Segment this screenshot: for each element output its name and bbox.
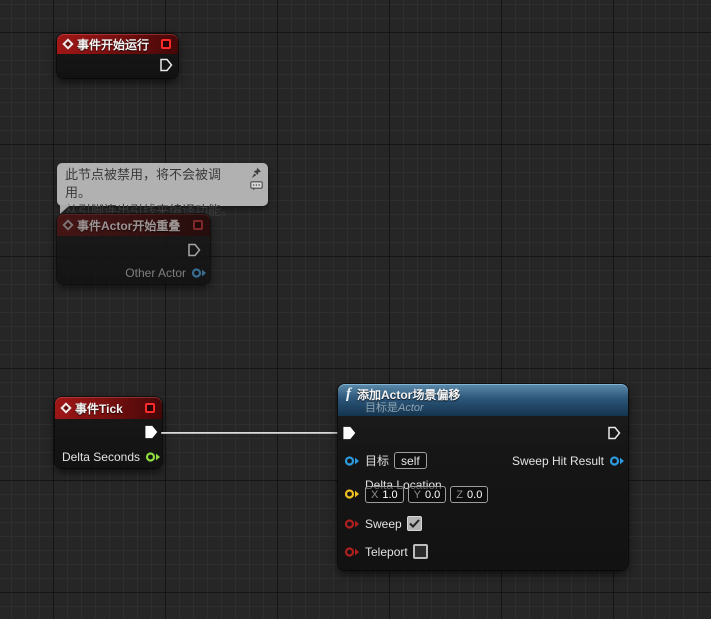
node-header[interactable]: 事件Actor开始重叠 [57,214,210,236]
exec-output-pin[interactable] [607,426,621,440]
exec-output-pin[interactable] [187,243,201,257]
target-input-pin[interactable] [344,455,360,467]
comment-bubble-icon[interactable] [250,181,263,191]
node-event-actorbeginoverlap-disabled[interactable]: 事件Actor开始重叠 Other Actor [57,214,210,284]
exec-output-pin-connected[interactable] [144,425,158,439]
delta-z-field[interactable]: Z0.0 [450,486,488,503]
bubble-line-1: 此节点被禁用，将不会被调用。 [65,166,242,202]
other-actor-output-pin[interactable] [191,267,207,279]
node-title: 添加Actor场景偏移 [357,386,460,403]
sweep-hit-result-output-pin[interactable] [609,455,625,467]
delta-x-field[interactable]: X1.0 [365,486,404,503]
node-subtitle: 目标是Actor [365,403,424,414]
delta-seconds-output-pin[interactable] [145,451,161,463]
node-event-beginplay[interactable]: 事件开始运行 [57,34,178,78]
node-title: 事件Tick [75,400,123,417]
exec-output-pin[interactable] [159,58,173,72]
sweep-label: Sweep [365,517,402,531]
node-event-tick[interactable]: 事件Tick Delta Seconds [55,397,162,468]
event-diamond-icon [60,402,71,413]
node-header[interactable]: f 添加Actor场景偏移 目标是Actor [338,384,628,416]
event-debug-square-icon [161,39,171,49]
delta-y-field[interactable]: Y0.0 [408,486,447,503]
event-debug-square-icon [193,220,203,230]
target-self-value[interactable]: self [394,452,427,469]
sweep-hit-result-label: Sweep Hit Result [512,454,604,468]
pushpin-icon[interactable] [251,167,262,179]
exec-input-pin-connected[interactable] [342,426,356,440]
node-add-actor-world-offset[interactable]: f 添加Actor场景偏移 目标是Actor 目标 [338,384,628,570]
target-pin-label: 目标 [365,452,389,469]
delta-location-input-pin[interactable] [344,488,360,500]
function-icon: f [346,388,351,401]
disabled-node-bubble: 此节点被禁用，将不会被调用。 从引脚连出引线来编译功能。 [57,163,268,206]
delta-seconds-pin-label: Delta Seconds [62,450,140,464]
node-title: 事件Actor开始重叠 [77,217,180,234]
other-actor-pin-label: Other Actor [125,266,186,280]
node-event-beginplay-header[interactable]: 事件开始运行 [57,34,178,54]
teleport-checkbox-unchecked[interactable] [413,544,428,559]
event-diamond-icon [62,219,73,230]
blueprint-graph-canvas[interactable]: 事件开始运行 此节点被禁用，将不会被调用。 从引脚连出引线来编译功能。 [0,0,711,619]
sweep-checkbox-checked[interactable] [407,516,422,531]
event-diamond-icon [62,38,73,49]
teleport-input-pin[interactable] [344,546,360,558]
node-title: 事件开始运行 [77,36,149,53]
sweep-input-pin[interactable] [344,518,360,530]
bubble-tail [60,205,70,214]
event-debug-square-icon [145,403,155,413]
teleport-label: Teleport [365,545,408,559]
checkmark-icon [409,519,420,528]
exec-wire[interactable] [161,432,345,434]
node-header[interactable]: 事件Tick [55,397,162,419]
